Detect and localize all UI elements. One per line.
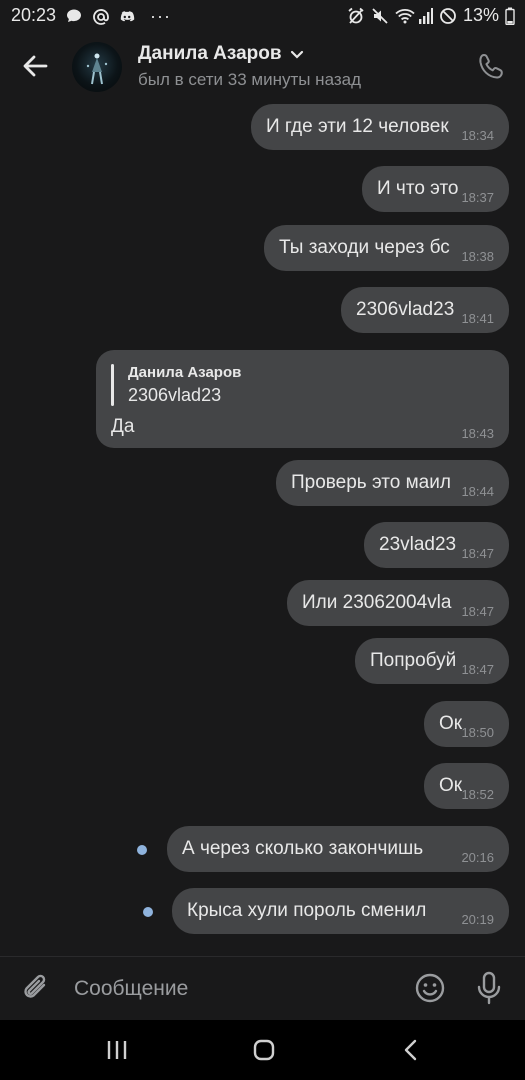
reply-quote-text: 2306vlad23 (128, 385, 222, 405)
contact-status: был в сети 33 минуты назад (138, 70, 362, 89)
emoji-button[interactable] (413, 971, 447, 1005)
message-time: 18:34 (461, 128, 494, 143)
battery-percent: 13% (462, 5, 499, 25)
message-text: Попробуй (370, 650, 457, 671)
message-time: 18:50 (461, 725, 494, 740)
status-bar: 20:23 ··· 13% (0, 0, 525, 32)
message-text: Ок (439, 713, 463, 734)
wifi-icon (395, 7, 415, 25)
system-nav-bar (0, 1020, 525, 1080)
back-nav-button[interactable] (398, 1037, 424, 1063)
alarm-off-icon (347, 7, 365, 25)
message-text: И что это (377, 178, 459, 199)
signal-icon (418, 7, 433, 25)
do-not-disturb-icon (439, 7, 457, 25)
message-bubble[interactable]: Ок 18:52 (424, 763, 509, 809)
arrow-left-icon (23, 55, 48, 77)
message-text: Ты заходи через бс (279, 237, 450, 258)
message-bubble[interactable]: Ок 18:50 (424, 701, 509, 747)
phone-icon (479, 54, 503, 79)
message-bubble[interactable]: Или 23062004vla 18:47 (287, 580, 509, 626)
message-bubble[interactable]: Попробуй 18:47 (355, 638, 509, 684)
message-time: 18:47 (461, 546, 494, 561)
message-time: 20:16 (461, 850, 494, 865)
message-bubble[interactable]: И где эти 12 человек 18:34 (251, 104, 509, 150)
recent-apps-button[interactable] (104, 1038, 130, 1062)
chevron-down-icon[interactable] (290, 50, 304, 60)
unread-indicator (143, 907, 153, 917)
message-text: А через сколько закончишь (182, 838, 424, 859)
recent-apps-icon (107, 1041, 127, 1059)
microphone-icon (477, 971, 501, 1005)
chat-bubble-icon (66, 8, 84, 26)
message-bubble[interactable]: 2306vlad23 18:41 (341, 287, 509, 333)
message-time: 18:44 (461, 484, 494, 499)
message-text: Проверь это маил (291, 472, 451, 493)
message-bubble[interactable]: 23vlad23 18:47 (364, 522, 509, 568)
message-bubble[interactable]: И что это 18:37 (362, 166, 509, 212)
message-text: 2306vlad23 (356, 299, 455, 320)
message-input[interactable] (74, 975, 374, 1003)
message-composer (0, 956, 525, 1021)
battery-icon (505, 7, 515, 25)
message-text: Или 23062004vla (302, 592, 452, 613)
call-button[interactable] (474, 49, 510, 85)
message-time: 18:41 (461, 311, 494, 326)
message-bubble[interactable]: Проверь это маил 18:44 (276, 460, 509, 506)
message-text: 23vlad23 (379, 534, 457, 555)
message-time: 18:47 (461, 662, 494, 677)
voice-message-button[interactable] (472, 969, 506, 1007)
message-text: Да (111, 416, 135, 437)
avatar[interactable] (72, 42, 122, 92)
discord-icon (118, 8, 136, 26)
message-time: 18:52 (461, 787, 494, 802)
home-button[interactable] (251, 1037, 277, 1063)
unread-indicator (137, 845, 147, 855)
reply-message-bubble[interactable]: Данила Азаров 2306vlad23 Да 18:43 (96, 350, 509, 448)
reply-author: Данила Азаров (128, 364, 242, 381)
message-text: И где эти 12 человек (266, 116, 449, 137)
back-button[interactable] (18, 48, 54, 84)
message-time: 20:19 (461, 912, 494, 927)
message-bubble[interactable]: А через сколько закончишь 20:16 (167, 826, 509, 872)
message-time: 18:37 (461, 190, 494, 205)
reply-quote-bar (111, 364, 114, 406)
message-bubble[interactable]: Крыса хули пороль сменил 20:19 (172, 888, 509, 934)
message-time: 18:43 (461, 426, 494, 441)
at-sign-icon (92, 8, 110, 26)
more-dots: ··· (150, 6, 171, 26)
message-bubble[interactable]: Ты заходи через бс 18:38 (264, 225, 509, 271)
message-text: Крыса хули пороль сменил (187, 900, 427, 921)
message-time: 18:47 (461, 604, 494, 619)
message-time: 18:38 (461, 249, 494, 264)
contact-name[interactable]: Данила Азаров (138, 43, 282, 65)
paperclip-icon (24, 974, 46, 998)
message-text: Ок (439, 775, 463, 796)
home-icon (253, 1039, 275, 1061)
mute-icon (371, 7, 389, 25)
status-time: 20:23 (11, 5, 57, 25)
attach-button[interactable] (20, 971, 54, 1005)
chat-header: Данила Азаров был в сети 33 минуты назад (0, 32, 525, 102)
smiley-icon (415, 973, 445, 1003)
back-icon (404, 1039, 417, 1061)
